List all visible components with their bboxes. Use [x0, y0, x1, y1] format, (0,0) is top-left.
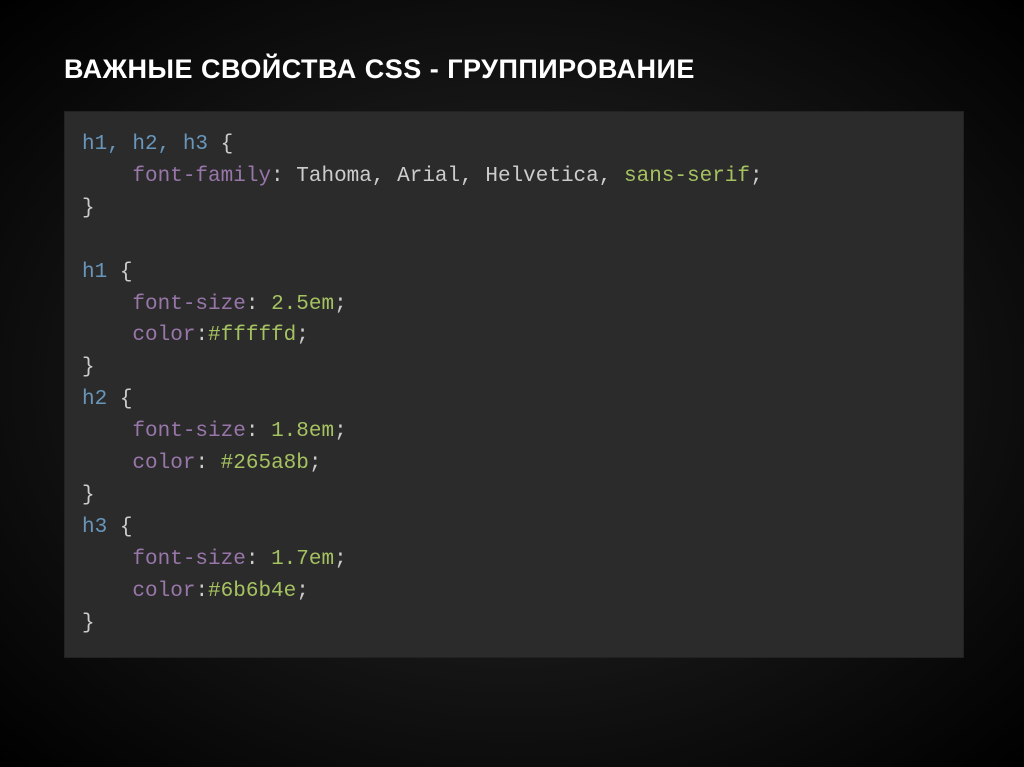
code-value: #fffffd — [208, 324, 296, 347]
code-value: 2.5em — [271, 293, 334, 316]
code-semicolon: ; — [296, 324, 309, 347]
code-value: Helvetica — [485, 165, 598, 188]
code-value: Arial — [397, 165, 460, 188]
code-brace: { — [221, 133, 234, 156]
code-prop: font-size — [132, 548, 245, 571]
code-brace: { — [120, 261, 133, 284]
code-brace: { — [120, 516, 133, 539]
slide-title: ВАЖНЫЕ СВОЙСТВА CSS - ГРУППИРОВАНИЕ — [64, 54, 964, 85]
code-prop: color — [132, 580, 195, 603]
code-colon: : — [246, 293, 259, 316]
css-code-block: h1, h2, h3 { font-family: Tahoma, Arial,… — [64, 111, 964, 658]
code-semicolon: ; — [334, 548, 347, 571]
code-brace: } — [82, 356, 95, 379]
code-selector: h2 — [82, 388, 107, 411]
code-comma: , — [599, 165, 612, 188]
code-colon: : — [195, 324, 208, 347]
code-value: Tahoma — [296, 165, 372, 188]
code-colon: : — [246, 420, 259, 443]
code-colon: : — [271, 165, 284, 188]
code-prop: color — [132, 452, 195, 475]
code-colon: : — [195, 580, 208, 603]
code-selector: h1, h2, h3 — [82, 133, 208, 156]
code-colon: : — [246, 548, 259, 571]
code-prop: font-size — [132, 293, 245, 316]
code-prop: font-size — [132, 420, 245, 443]
code-comma: , — [460, 165, 473, 188]
code-brace: { — [120, 388, 133, 411]
code-prop: font-family — [132, 165, 271, 188]
code-semicolon: ; — [334, 420, 347, 443]
code-comma: , — [372, 165, 385, 188]
code-semicolon: ; — [334, 293, 347, 316]
code-prop: color — [132, 324, 195, 347]
code-semicolon: ; — [750, 165, 763, 188]
code-brace: } — [82, 197, 95, 220]
code-semicolon: ; — [296, 580, 309, 603]
code-value: 1.7em — [271, 548, 334, 571]
code-value: #265a8b — [221, 452, 309, 475]
code-value: 1.8em — [271, 420, 334, 443]
code-selector: h3 — [82, 516, 107, 539]
slide-container: ВАЖНЫЕ СВОЙСТВА CSS - ГРУППИРОВАНИЕ h1, … — [0, 0, 1024, 767]
code-colon: : — [195, 452, 208, 475]
code-selector: h1 — [82, 261, 107, 284]
code-value: sans-serif — [624, 165, 750, 188]
code-value: #6b6b4e — [208, 580, 296, 603]
code-brace: } — [82, 484, 95, 507]
code-semicolon: ; — [309, 452, 322, 475]
code-brace: } — [82, 612, 95, 635]
